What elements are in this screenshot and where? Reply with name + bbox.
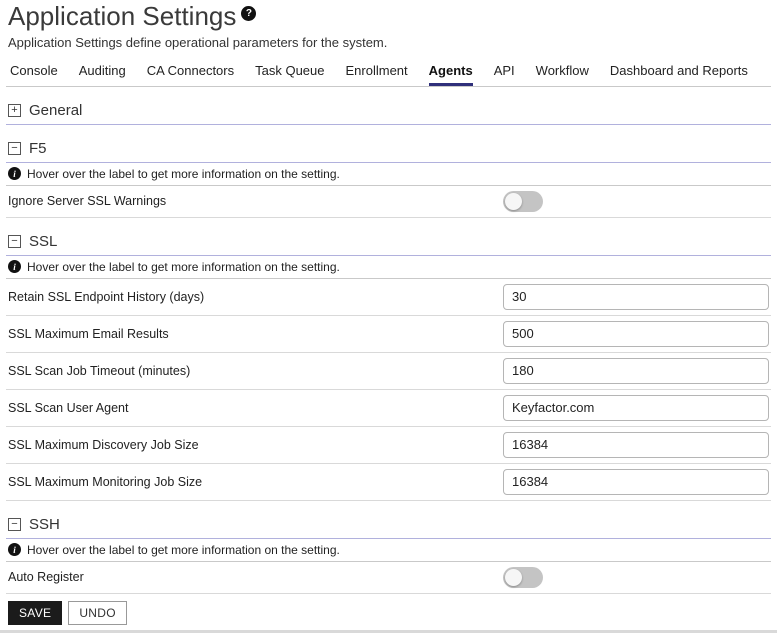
setting-row-ssl-maximum-email-results: SSL Maximum Email Results <box>6 316 771 353</box>
application-settings-page: Application Settings ? Application Setti… <box>0 0 777 640</box>
setting-label: SSL Scan Job Timeout (minutes) <box>8 364 503 378</box>
section-title-f5: F5 <box>29 140 47 157</box>
section-header-ssh[interactable]: − SSH <box>6 511 771 539</box>
info-icon: i <box>8 543 21 556</box>
setting-row-ssl-maximum-monitoring-job-size: SSL Maximum Monitoring Job Size <box>6 464 771 501</box>
toggle-knob <box>505 569 522 586</box>
collapse-icon[interactable]: − <box>8 518 21 531</box>
undo-button[interactable]: UNDO <box>68 601 127 625</box>
section-title-ssl: SSL <box>29 233 57 250</box>
setting-row-ignore-server-ssl-warnings: Ignore Server SSL Warnings <box>6 186 771 218</box>
info-icon: i <box>8 167 21 180</box>
tab-api[interactable]: API <box>494 58 515 86</box>
help-icon[interactable]: ? <box>241 6 256 21</box>
page-title: Application Settings <box>8 2 236 32</box>
save-button[interactable]: SAVE <box>8 601 62 625</box>
setting-control <box>503 358 769 384</box>
toggle-knob <box>505 193 522 210</box>
setting-row-ssl-maximum-discovery-job-size: SSL Maximum Discovery Job Size <box>6 427 771 464</box>
setting-label: SSL Scan User Agent <box>8 401 503 415</box>
tab-enrollment[interactable]: Enrollment <box>346 58 408 86</box>
setting-control <box>503 191 769 212</box>
footer-bar: SAVE UNDO <box>6 594 771 630</box>
setting-control <box>503 321 769 347</box>
section-header-general[interactable]: + General <box>6 97 771 125</box>
info-text: Hover over the label to get more informa… <box>27 167 340 181</box>
setting-control <box>503 432 769 458</box>
expand-icon[interactable]: + <box>8 104 21 117</box>
tab-agents[interactable]: Agents <box>429 58 473 86</box>
setting-label: SSL Maximum Email Results <box>8 327 503 341</box>
setting-label: Retain SSL Endpoint History (days) <box>8 290 503 304</box>
setting-input[interactable] <box>503 358 769 384</box>
tab-bar: Console Auditing CA Connectors Task Queu… <box>6 58 771 87</box>
setting-label: SSL Maximum Discovery Job Size <box>8 438 503 452</box>
tab-dashboard-and-reports[interactable]: Dashboard and Reports <box>610 58 748 86</box>
toggle-switch-off[interactable] <box>503 567 543 588</box>
info-text: Hover over the label to get more informa… <box>27 260 340 274</box>
section-header-ssl[interactable]: − SSL <box>6 228 771 256</box>
section-title-ssh: SSH <box>29 516 60 533</box>
setting-input[interactable] <box>503 395 769 421</box>
setting-input[interactable] <box>503 284 769 310</box>
setting-row-retain-ssl-endpoint-history: Retain SSL Endpoint History (days) <box>6 279 771 316</box>
collapse-icon[interactable]: − <box>8 235 21 248</box>
section-header-f5[interactable]: − F5 <box>6 135 771 163</box>
info-row-ssh: i Hover over the label to get more infor… <box>6 539 771 562</box>
collapse-icon[interactable]: − <box>8 142 21 155</box>
info-row-f5: i Hover over the label to get more infor… <box>6 163 771 186</box>
setting-row-auto-register: Auto Register <box>6 562 771 594</box>
info-row-ssl: i Hover over the label to get more infor… <box>6 256 771 279</box>
section-title-general: General <box>29 102 82 119</box>
tab-task-queue[interactable]: Task Queue <box>255 58 324 86</box>
setting-input[interactable] <box>503 432 769 458</box>
setting-control <box>503 284 769 310</box>
title-row: Application Settings ? <box>6 2 771 32</box>
tab-workflow[interactable]: Workflow <box>536 58 589 86</box>
setting-row-ssl-scan-job-timeout: SSL Scan Job Timeout (minutes) <box>6 353 771 390</box>
setting-control <box>503 567 769 588</box>
setting-label: SSL Maximum Monitoring Job Size <box>8 475 503 489</box>
tab-ca-connectors[interactable]: CA Connectors <box>147 58 234 86</box>
setting-label: Auto Register <box>8 570 503 584</box>
tab-auditing[interactable]: Auditing <box>79 58 126 86</box>
setting-input[interactable] <box>503 321 769 347</box>
setting-control <box>503 469 769 495</box>
setting-row-ssl-scan-user-agent: SSL Scan User Agent <box>6 390 771 427</box>
setting-input[interactable] <box>503 469 769 495</box>
toggle-switch-off[interactable] <box>503 191 543 212</box>
info-icon: i <box>8 260 21 273</box>
setting-label: Ignore Server SSL Warnings <box>8 194 503 208</box>
bottom-divider <box>0 630 777 633</box>
page-subtitle: Application Settings define operational … <box>6 32 771 58</box>
tab-console[interactable]: Console <box>10 58 58 86</box>
info-text: Hover over the label to get more informa… <box>27 543 340 557</box>
setting-control <box>503 395 769 421</box>
